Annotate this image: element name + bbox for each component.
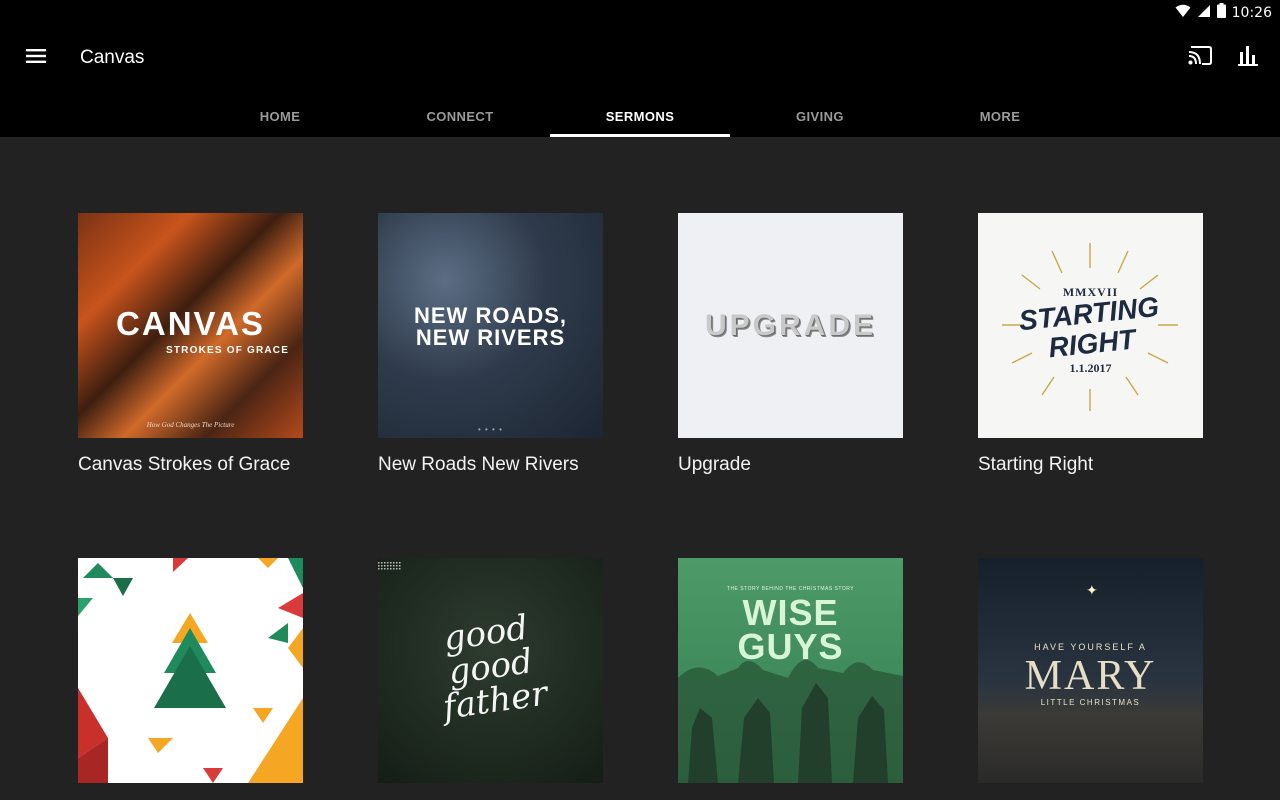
clock: 10:26 [1231,5,1272,21]
sermon-artwork: CANVAS STROKES OF GRACE How God Changes … [78,213,303,438]
tab-connect[interactable]: CONNECT [370,96,550,137]
sermon-title: Upgrade [678,454,751,475]
signal-icon [1197,4,1211,23]
stats-button[interactable] [1234,42,1262,72]
tab-sermons[interactable]: SERMONS [550,96,730,137]
app-bar: Canvas HOME CONNECT SERMONS GIVING MORE [0,26,1280,137]
artwork-text: How God Changes The Picture [146,421,235,429]
battery-icon [1216,3,1226,23]
cast-button[interactable] [1185,42,1215,72]
status-icons: 10:26 [1175,3,1272,23]
artwork-line: NEW ROADS, [414,303,567,328]
artwork-text: LITTLE CHRISTMAS [1040,698,1141,707]
sermon-artwork: MMXVII STARTING RIGHT 1.1.2017 [978,213,1203,438]
artwork-line: NEW RIVERS [415,325,566,350]
status-bar: 10:26 [0,0,1280,26]
tab-home[interactable]: HOME [190,96,370,137]
triangle-pattern [78,558,303,783]
tab-bar: HOME CONNECT SERMONS GIVING MORE [190,96,1090,137]
wifi-icon [1175,4,1191,23]
artwork-text: NEW ROADS, NEW RIVERS [378,305,603,349]
dot-grid [378,562,401,570]
artwork-line: WISE [742,592,839,633]
sermon-card[interactable]: good good father [378,558,603,799]
sermon-artwork: good good father [378,558,603,783]
sermon-card[interactable]: CANVAS STROKES OF GRACE How God Changes … [78,213,303,476]
artwork-line: GUYS [737,626,844,667]
sermon-artwork [78,558,303,783]
menu-button[interactable] [20,42,52,74]
artwork-text: good good father [412,606,570,728]
artwork-text: HAVE YOURSELF A [1034,642,1147,652]
artwork-text: WISE GUYS [678,592,903,667]
artwork-text: UPGRADE [704,309,876,342]
app-title: Canvas [80,47,145,68]
artwork-text: CANVAS [116,305,265,342]
artwork-text: 1.1.2017 [1069,361,1112,375]
sermon-title: New Roads New Rivers [378,454,579,475]
sermon-artwork: NEW ROADS, NEW RIVERS • • • • [378,213,603,438]
sermon-title: Starting Right [978,454,1094,475]
sermon-card[interactable]: THE STORY BEHIND THE CHRISTMAS STORY WIS… [678,558,903,799]
cast-icon [1188,45,1212,70]
sermon-artwork: UPGRADE [678,213,903,438]
sermon-card[interactable]: NEW ROADS, NEW RIVERS • • • • New Roads … [378,213,603,476]
artwork-text: STROKES OF GRACE [166,345,290,356]
sermon-card[interactable]: ✦ HAVE YOURSELF A MARY LITTLE CHRISTMAS [978,558,1203,799]
sermon-artwork: THE STORY BEHIND THE CHRISTMAS STORY WIS… [678,558,903,783]
stats-icon [1238,44,1258,71]
sermon-artwork: ✦ HAVE YOURSELF A MARY LITTLE CHRISTMAS [978,558,1203,783]
artwork-text: MARY [1024,653,1157,699]
sermon-title: Canvas Strokes of Grace [78,454,291,475]
sermon-card[interactable]: UPGRADE Upgrade [678,213,903,476]
menu-icon [26,48,46,69]
sermon-card[interactable]: MMXVII STARTING RIGHT 1.1.2017 Starting … [978,213,1203,476]
artwork-dots: • • • • [478,425,503,434]
star-icon: ✦ [1086,582,1098,598]
tab-more[interactable]: MORE [910,96,1090,137]
sermon-card[interactable] [78,558,303,799]
tab-giving[interactable]: GIVING [730,96,910,137]
